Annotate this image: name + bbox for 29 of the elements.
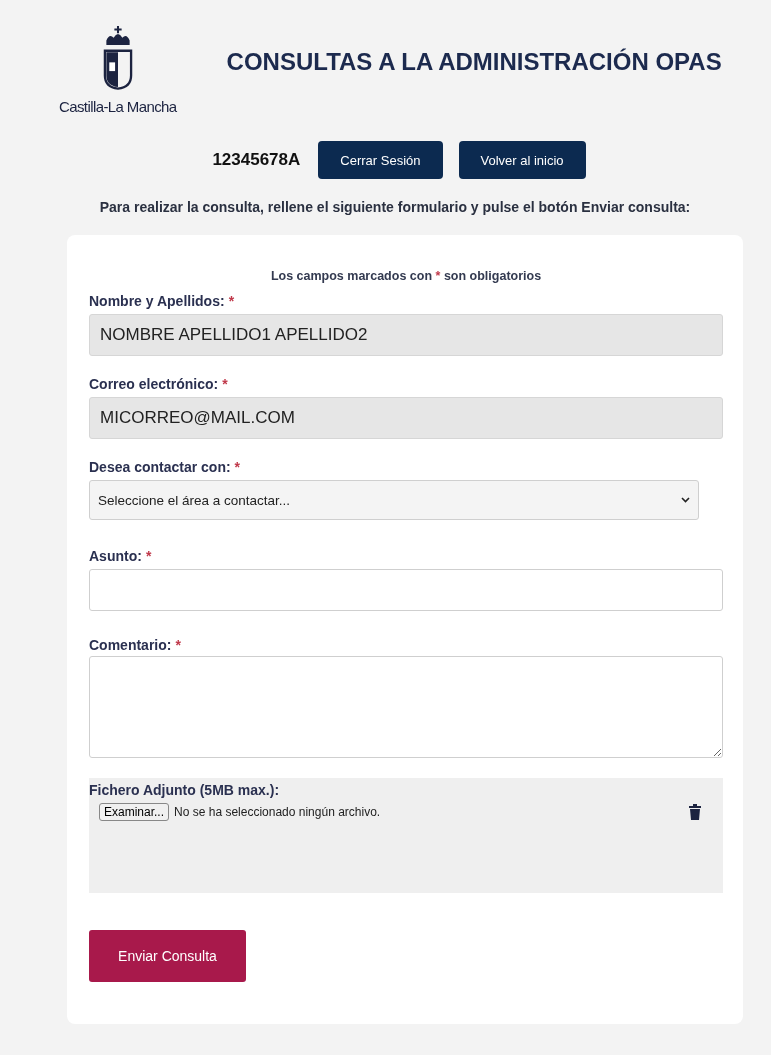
submit-button[interactable]: Enviar Consulta xyxy=(89,930,246,982)
input-field[interactable] xyxy=(89,569,723,611)
page-title: CONSULTAS A LA ADMINISTRACIÓN OPAS xyxy=(226,47,722,76)
field-label: Asunto: xyxy=(89,548,142,564)
file-status: No se ha seleccionado ningún archivo. xyxy=(174,805,382,819)
required-note: Los campos marcados con * son obligatorios xyxy=(269,269,543,283)
field-label: Correo electrónico: xyxy=(89,376,219,392)
user-id: 12345678A xyxy=(212,150,301,170)
readonly-field[interactable]: MICORREO@MAIL.COM xyxy=(89,397,723,439)
instructions: Para realizar la consulta, rellene el siguiente formulario y pulse el botón Enviar consulta: xyxy=(98,199,692,215)
field-label: Comentario: xyxy=(89,637,172,653)
logo-text: Castilla-La Mancha xyxy=(59,98,177,115)
coat-of-arms-icon xyxy=(101,26,134,90)
field-label: Desea contactar con: xyxy=(89,459,231,475)
field-label: Nombre y Apellidos: xyxy=(89,293,225,309)
required-mark: * xyxy=(222,376,228,392)
browse-button[interactable]: Examinar... xyxy=(99,803,170,821)
required-mark: * xyxy=(145,548,152,564)
textarea-field[interactable] xyxy=(89,656,723,758)
nav-button[interactable]: Volver al inicio xyxy=(458,141,586,179)
chevron-down-icon xyxy=(681,497,690,503)
required-mark: * xyxy=(175,637,181,653)
readonly-field[interactable]: NOMBRE APELLIDO1 APELLIDO2 xyxy=(89,314,723,356)
required-mark: * xyxy=(234,459,241,475)
required-mark: * xyxy=(228,293,235,309)
nav-button[interactable]: Cerrar Sesión xyxy=(318,141,443,179)
field-label: Fichero Adjunto (5MB max.): xyxy=(89,782,280,798)
trash-icon[interactable] xyxy=(689,804,701,820)
select-field[interactable]: Seleccione el área a contactar... xyxy=(89,480,699,520)
